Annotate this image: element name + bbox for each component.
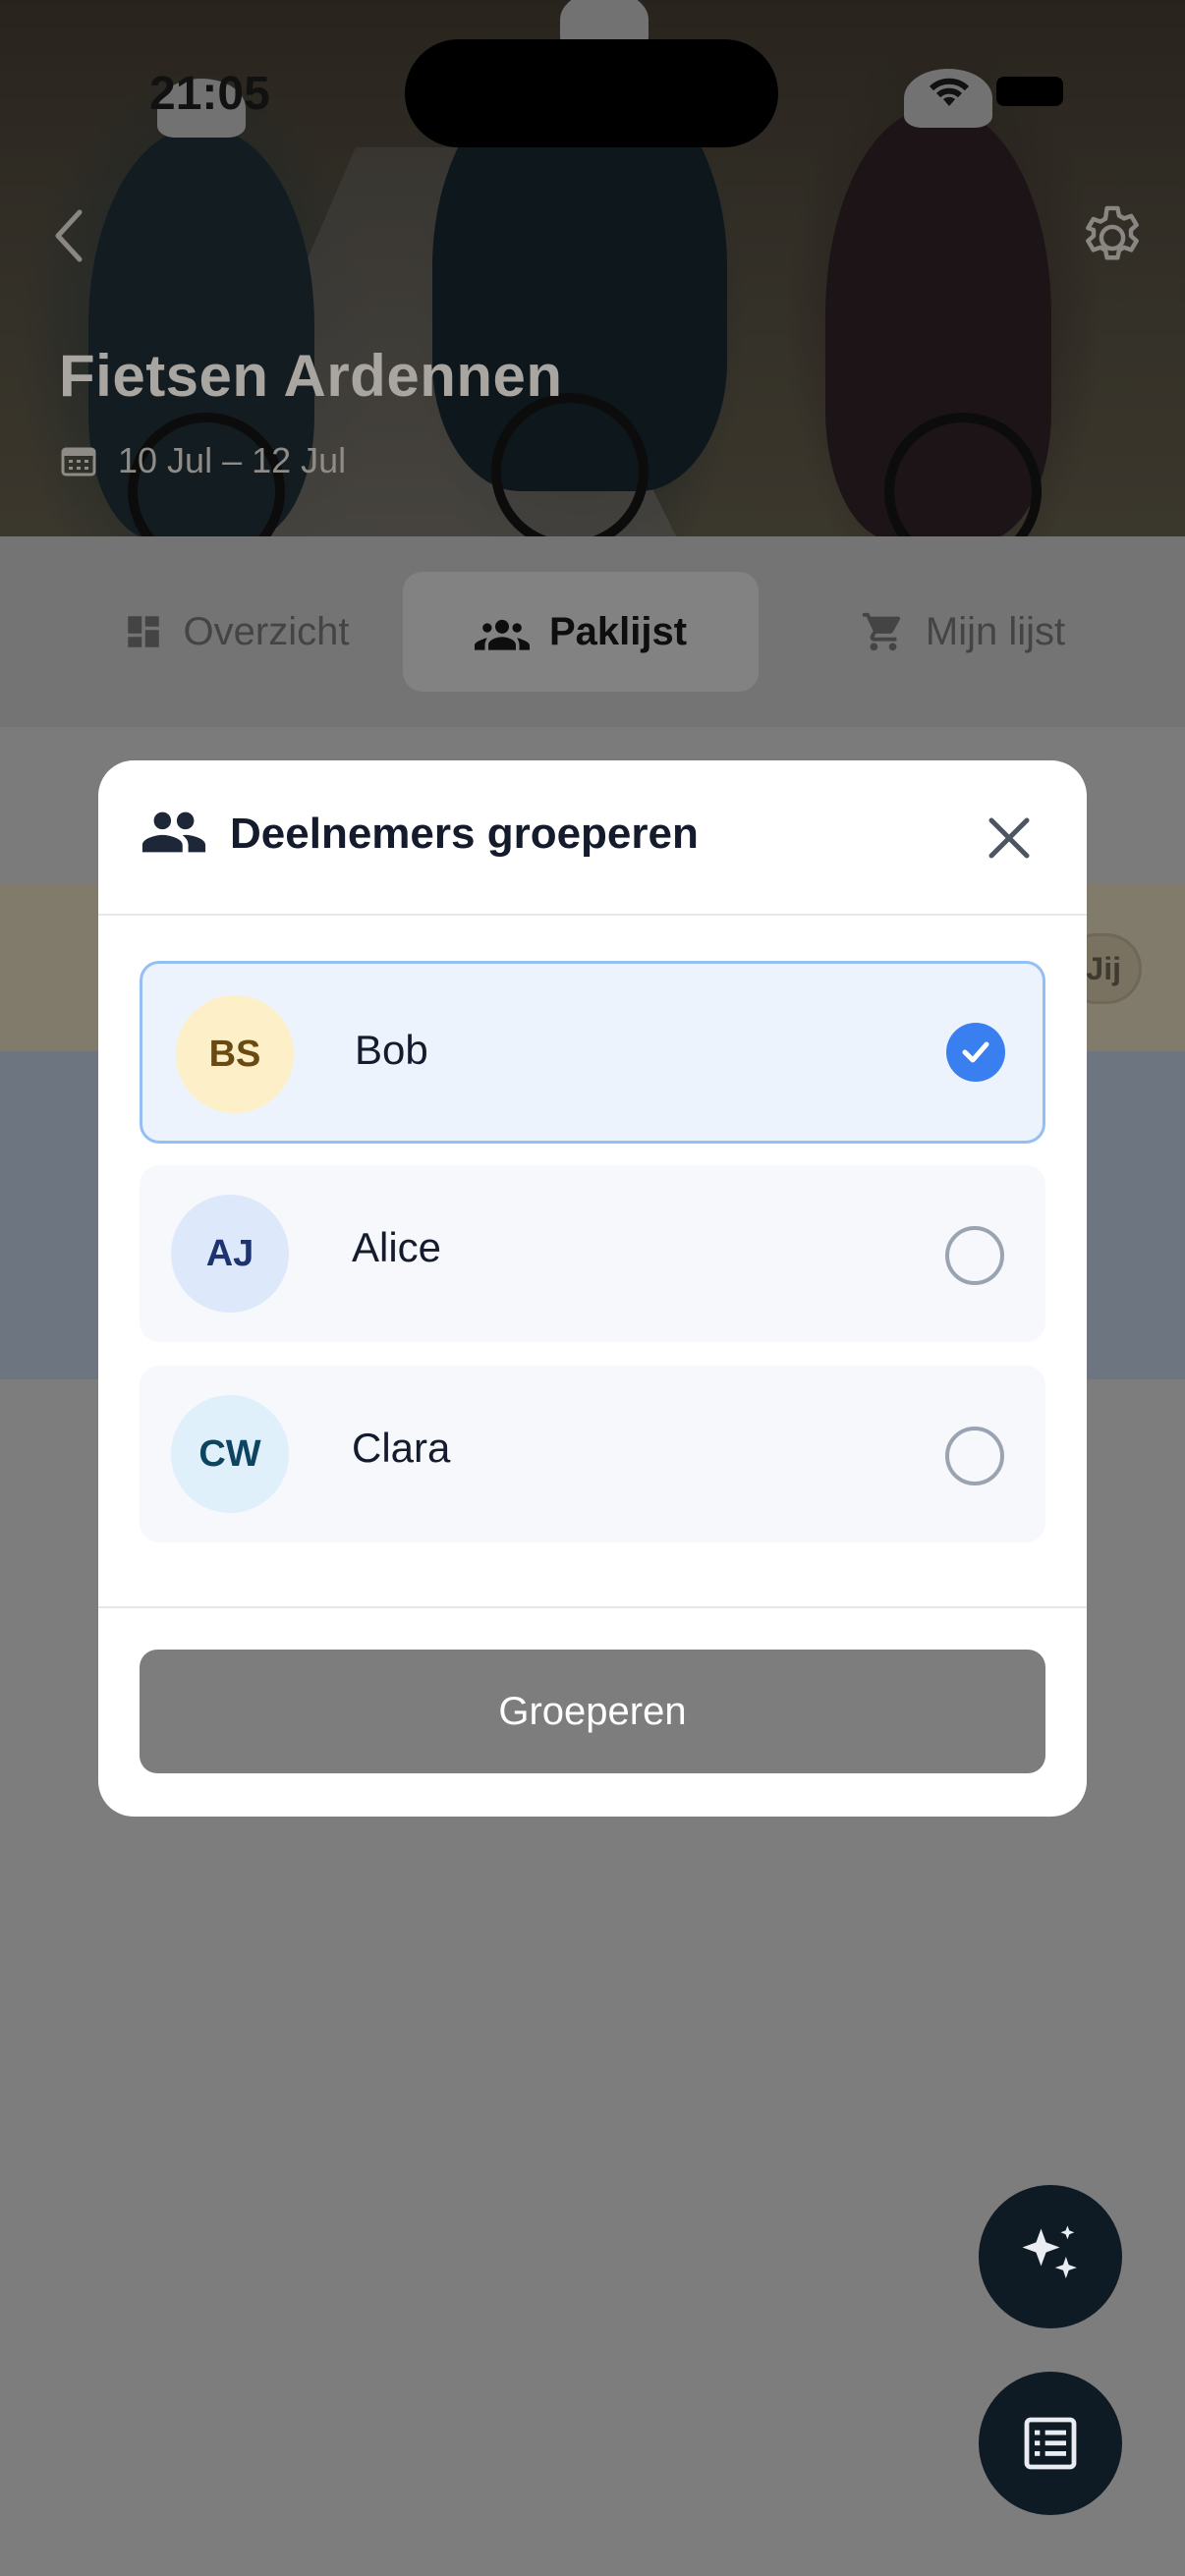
dynamic-island xyxy=(405,39,778,147)
dialog-header: Deelnemers groeperen xyxy=(98,760,1087,916)
trip-title: Fietsen Ardennen xyxy=(59,343,563,409)
group-icon xyxy=(141,812,206,853)
avatar: AJ xyxy=(171,1195,289,1313)
back-button[interactable] xyxy=(39,201,98,270)
participant-checkbox[interactable] xyxy=(946,1023,1005,1082)
tab-bar: Overzicht Paklijst Mijn lijst xyxy=(0,536,1185,727)
group-button[interactable]: Groeperen xyxy=(140,1650,1045,1773)
tab-mijn-lijst[interactable]: Mijn lijst xyxy=(816,572,1110,692)
participant-row-alice[interactable]: AJ Alice xyxy=(140,1165,1045,1342)
group-icon xyxy=(474,619,530,650)
list-view-button[interactable] xyxy=(979,2372,1122,2515)
dialog-title: Deelnemers groeperen xyxy=(230,810,699,858)
close-icon xyxy=(988,817,1030,859)
gear-icon xyxy=(1086,205,1139,260)
trip-dates: 10 Jul – 12 Jul xyxy=(61,440,346,481)
participant-row-clara[interactable]: CW Clara xyxy=(140,1366,1045,1542)
status-icons xyxy=(924,73,1063,110)
avatar: CW xyxy=(171,1395,289,1513)
chevron-left-icon xyxy=(55,209,83,262)
calendar-icon xyxy=(61,447,96,476)
participant-checkbox[interactable] xyxy=(945,1226,1004,1285)
tab-label: Paklijst xyxy=(548,609,688,653)
group-participants-dialog: Deelnemers groeperen BS Bob AJ Alice CW … xyxy=(98,760,1087,1817)
wifi-icon xyxy=(929,78,970,106)
ai-suggest-button[interactable] xyxy=(979,2185,1122,2328)
avatar: BS xyxy=(176,995,294,1113)
participant-name: Bob xyxy=(355,1027,428,1073)
settings-button[interactable] xyxy=(1075,200,1150,275)
tab-label: Overzicht xyxy=(183,609,350,653)
participant-name: Alice xyxy=(352,1224,442,1270)
tab-label: Mijn lijst xyxy=(925,609,1066,653)
participant-name: Clara xyxy=(352,1425,451,1471)
close-button[interactable] xyxy=(975,804,1044,872)
cart-icon xyxy=(862,612,900,651)
battery-icon xyxy=(996,77,1063,106)
participant-row-bob[interactable]: BS Bob xyxy=(140,961,1045,1144)
dashboard-icon xyxy=(127,616,159,647)
tab-overzicht[interactable]: Overzicht xyxy=(88,572,383,692)
checkmark-icon xyxy=(962,1041,989,1063)
participant-checkbox[interactable] xyxy=(945,1427,1004,1485)
tab-paklijst[interactable]: Paklijst xyxy=(403,572,759,692)
status-time: 21:05 xyxy=(149,68,270,120)
dialog-footer: Groeperen xyxy=(98,1606,1087,1817)
trip-dates-label: 10 Jul – 12 Jul xyxy=(118,440,347,480)
list-icon xyxy=(1024,2417,1077,2470)
sparkle-icon xyxy=(1022,2225,1077,2279)
